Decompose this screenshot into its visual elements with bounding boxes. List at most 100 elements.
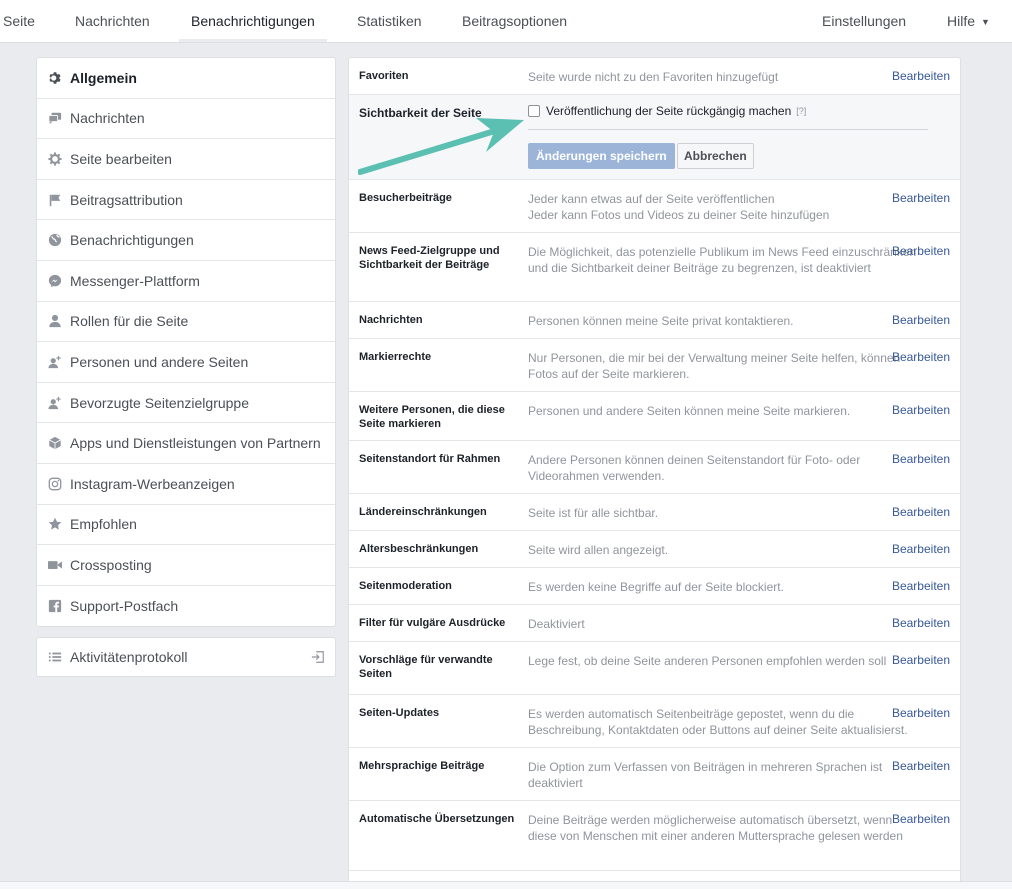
sidebar-item-label: Nachrichten	[70, 110, 145, 127]
sidebar-item-rollen[interactable]: Rollen für die Seite	[37, 302, 335, 343]
help-link[interactable]: [?]	[796, 106, 806, 116]
sidebar-item-label: Empfohlen	[70, 516, 137, 533]
settings-row: Mehrsprachige Beiträge Die Option zum Ver…	[349, 748, 960, 801]
sidebar-item-label: Benachrichtigungen	[70, 232, 194, 249]
gear-icon	[47, 151, 63, 167]
sidebar-item-label: Apps und Dienstleistungen von Partnern	[70, 435, 321, 452]
row-description: Deine Beiträge werden möglicherweise aut…	[528, 813, 903, 843]
instagram-icon	[47, 476, 63, 492]
edit-link[interactable]: Bearbeiten	[892, 452, 950, 466]
activity-log-link[interactable]: Aktivitätenprotokoll	[36, 637, 336, 677]
edit-link[interactable]: Bearbeiten	[892, 579, 950, 593]
row-label: Automatische Übersetzungen	[359, 813, 515, 825]
sidebar-item-apps[interactable]: Apps und Dienstleistungen von Partnern	[37, 423, 335, 464]
sidebar-item-instagram[interactable]: Instagram-Werbeanzeigen	[37, 464, 335, 505]
row-label: Markierrechte	[359, 351, 432, 363]
row-description: Personen können meine Seite privat konta…	[528, 314, 794, 328]
edit-link[interactable]: Bearbeiten	[892, 542, 950, 556]
edit-link[interactable]: Bearbeiten	[892, 350, 950, 364]
row-label: Filter für vulgäre Ausdrücke	[359, 617, 506, 629]
sidebar-item-empfohlen[interactable]: Empfohlen	[37, 505, 335, 546]
settings-row: Weitere Personen, die diese Seite markie…	[349, 392, 960, 441]
annotation-arrow-icon	[358, 118, 524, 175]
tab-benachrichtigungen[interactable]: Benachrichtigungen	[179, 0, 327, 42]
help-menu[interactable]: Hilfe ▼	[947, 0, 990, 42]
row-description: Deaktiviert	[528, 617, 585, 631]
sidebar-item-messenger-plattform[interactable]: Messenger-Plattform	[37, 261, 335, 302]
row-label: Weitere Personen, die diese Seite markie…	[359, 404, 505, 430]
row-description: Jeder kann etwas auf der Seite veröffent…	[528, 192, 830, 222]
row-label: Seiten-Updates	[359, 707, 440, 719]
edit-link[interactable]: Bearbeiten	[892, 706, 950, 720]
row-description: Lege fest, ob deine Seite anderen Person…	[528, 654, 887, 668]
settings-row-favoriten: Favoriten Seite wurde nicht zu den Favor…	[349, 58, 960, 95]
settings-row: Seitenstandort für Rahmen Andere Personen…	[349, 441, 960, 494]
row-description: Seite ist für alle sichtbar.	[528, 506, 659, 520]
sidebar-item-label: Messenger-Plattform	[70, 272, 200, 289]
row-description: Es werden keine Begriffe auf der Seite b…	[528, 580, 784, 594]
help-label: Hilfe	[947, 13, 976, 29]
settings-row: Seitenmoderation Es werden keine Begriffe…	[349, 568, 960, 605]
tab-statistiken[interactable]: Statistiken	[357, 0, 422, 42]
row-label: Favoriten	[359, 70, 409, 82]
sidebar-item-label: Support-Postfach	[70, 598, 179, 615]
sidebar-item-label: Rollen für die Seite	[70, 313, 189, 330]
list-icon	[47, 649, 63, 665]
edit-link[interactable]: Bearbeiten	[892, 616, 950, 630]
cube-icon	[47, 435, 63, 451]
sidebar-item-seite-bearbeiten[interactable]: Seite bearbeiten	[37, 139, 335, 180]
tab-beitragsoptionen[interactable]: Beitragsoptionen	[462, 0, 567, 42]
cancel-button[interactable]: Abbrechen	[677, 143, 754, 169]
settings-row: Nachrichten Personen können meine Seite p…	[349, 302, 960, 339]
settings-sidebar: Allgemein Nachrichten Seite bearbeiten B…	[36, 57, 336, 628]
settings-row: Markierrechte Nur Personen, die mir bei d…	[349, 339, 960, 392]
row-description: Es werden automatisch Seitenbeiträge gep…	[528, 707, 908, 737]
unpublish-checkbox[interactable]	[528, 105, 540, 117]
edit-link[interactable]: Bearbeiten	[892, 191, 950, 205]
sidebar-item-crossposting[interactable]: Crossposting	[37, 545, 335, 586]
top-navigation: Seite Nachrichten Benachrichtigungen Sta…	[0, 0, 1012, 43]
row-label: Seitenstandort für Rahmen	[359, 453, 501, 465]
sidebar-item-label: Beitragsattribution	[70, 191, 183, 208]
sidebar-item-seitenzielgruppe[interactable]: Bevorzugte Seitenzielgruppe	[37, 383, 335, 424]
row-label: Ländereinschränkungen	[359, 506, 487, 518]
sidebar-item-nachrichten[interactable]: Nachrichten	[37, 99, 335, 140]
settings-row: Ländereinschränkungen Seite ist für alle …	[349, 494, 960, 531]
caret-down-icon: ▼	[981, 17, 990, 27]
row-description: Die Option zum Verfassen von Beiträgen i…	[528, 760, 883, 790]
save-changes-button[interactable]: Änderungen speichern	[528, 143, 675, 169]
person-add-icon	[47, 354, 63, 370]
sidebar-item-beitragsattribution[interactable]: Beitragsattribution	[37, 180, 335, 221]
sidebar-item-benachrichtigungen[interactable]: Benachrichtigungen	[37, 220, 335, 261]
edit-link[interactable]: Bearbeiten	[892, 812, 950, 826]
row-description: Andere Personen können deinen Seitenstan…	[528, 453, 861, 483]
settings-link[interactable]: Einstellungen	[822, 0, 906, 42]
unpublish-label[interactable]: Veröffentlichung der Seite rückgängig ma…	[546, 104, 791, 118]
edit-link[interactable]: Bearbeiten	[892, 759, 950, 773]
edit-link[interactable]: Bearbeiten	[892, 653, 950, 667]
settings-row: Altersbeschränkungen Seite wird allen ang…	[349, 531, 960, 568]
settings-row: Seiten-Updates Es werden automatisch Seit…	[349, 695, 960, 748]
row-description: Personen und andere Seiten können meine …	[528, 404, 851, 418]
tab-nachrichten[interactable]: Nachrichten	[75, 0, 150, 42]
sidebar-item-label: Personen und andere Seiten	[70, 353, 249, 370]
edit-link[interactable]: Bearbeiten	[892, 313, 950, 327]
tab-seite[interactable]: Seite	[3, 0, 35, 42]
sidebar-item-label: Seite bearbeiten	[70, 150, 172, 167]
settings-row: Filter für vulgäre Ausdrücke Deaktiviert B…	[349, 605, 960, 642]
facebook-icon	[47, 598, 63, 614]
edit-link[interactable]: Bearbeiten	[892, 505, 950, 519]
sidebar-item-personen[interactable]: Personen und andere Seiten	[37, 342, 335, 383]
row-label: Mehrsprachige Beiträge	[359, 760, 485, 772]
sidebar-item-support-postfach[interactable]: Support-Postfach	[37, 586, 335, 627]
row-description: Seite wird allen angezeigt.	[528, 543, 669, 557]
globe-icon	[47, 232, 63, 248]
sidebar-item-label: Bevorzugte Seitenzielgruppe	[70, 394, 250, 411]
settings-row: News Feed-Zielgruppe und Sichtbarkeit de…	[349, 233, 960, 302]
sidebar-item-allgemein[interactable]: Allgemein	[37, 58, 335, 99]
video-icon	[47, 557, 63, 573]
edit-link[interactable]: Bearbeiten	[892, 69, 950, 83]
edit-link[interactable]: Bearbeiten	[892, 403, 950, 417]
row-description: Seite wurde nicht zu den Favoriten hinzu…	[528, 70, 779, 84]
edit-link[interactable]: Bearbeiten	[892, 244, 950, 258]
